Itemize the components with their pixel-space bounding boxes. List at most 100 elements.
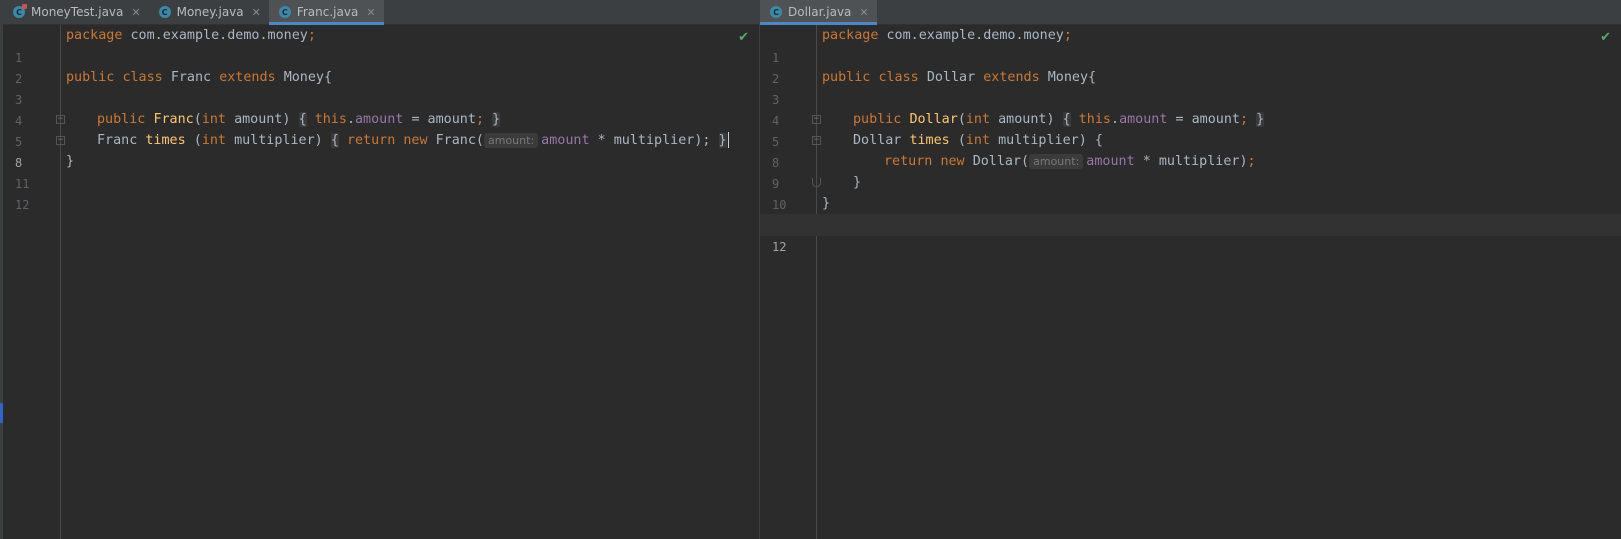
java-class-icon: C [278,6,291,18]
folded-brace[interactable]: { [1062,112,1071,127]
keyword: int [201,112,226,127]
class-name: Dollar [926,70,976,85]
tab-dollar-java[interactable]: C Dollar.java ✕ [760,0,877,25]
code-line: 1 package com.example.demo.money; [760,25,1621,65]
fold-toggle-icon[interactable]: − [56,115,65,124]
constructor-call: Dollar( [972,154,1030,169]
folded-brace[interactable]: { [298,112,307,127]
field-name: amount [1086,154,1135,169]
return-type: Franc [97,133,138,148]
keyword: public [66,70,115,85]
fold-end-icon[interactable] [812,178,821,187]
constructor-name: Franc [153,112,194,127]
parameter: amount) [234,112,291,127]
expression: * multiplier) [1142,154,1248,169]
return-type: Dollar [853,133,902,148]
editor-pane-right: C Dollar.java ✕ ✔ 1 package com.example.… [760,0,1621,539]
method-name: times [145,133,186,148]
semicolon: ; [1240,112,1249,127]
fold-toggle-icon[interactable]: − [812,136,821,145]
paren: ( [193,133,202,148]
paren: ( [957,112,966,127]
editor-tab-bar-left: C MoneyTest.java ✕ C Money.java ✕ C Fran… [3,0,759,25]
keyword: return [884,154,933,169]
tab-label: Dollar.java [788,5,852,19]
method-name: times [909,133,950,148]
code-line: 10 } [760,172,1621,212]
close-icon[interactable]: ✕ [252,6,261,19]
fold-toggle-icon[interactable]: − [56,136,65,145]
code-line: 9 return new Dollar(amount: amount * mult… [760,151,1621,191]
closing-brace: } [66,154,75,169]
expression: * multiplier); [597,133,711,148]
parameter-hint: amount: [1029,154,1084,169]
keyword: extends [983,70,1040,85]
keyword: int [201,133,226,148]
semicolon: ; [1247,154,1256,169]
close-icon[interactable]: ✕ [366,6,375,19]
dot: . [1111,112,1120,127]
dot: . [346,112,355,127]
semicolon: ; [1063,28,1072,43]
superclass-name: Money{ [1047,70,1097,85]
code-line: 1 package com.example.demo.money; [3,25,759,65]
folded-brace[interactable]: } [492,112,501,127]
keyword: class [878,70,919,85]
code-line: 4 [760,88,1621,128]
line-number: 12 [772,240,787,254]
constructor-name: Dollar [909,112,958,127]
package-name: com.example.demo.money [130,28,308,43]
fold-toggle-icon[interactable]: − [812,115,821,124]
closing-brace: } [822,196,831,211]
keyword: class [122,70,163,85]
editor-pane-left: C MoneyTest.java ✕ C Money.java ✕ C Fran… [3,0,759,539]
java-class-icon: C [770,6,782,18]
field-name: amount [1119,112,1168,127]
keyword: public [853,112,902,127]
assignment: = amount [1175,112,1241,127]
folded-brace[interactable]: } [718,133,727,148]
keyword: this [314,112,347,127]
keyword: this [1078,112,1111,127]
code-editor-dollar[interactable]: ✔ 1 package com.example.demo.money; 2 3 … [760,25,1621,539]
parameter: multiplier) { [998,133,1103,148]
package-name: com.example.demo.money [886,28,1064,43]
text-caret [727,132,729,148]
java-test-class-icon: C [13,4,27,18]
keyword: new [403,133,428,148]
code-line-current: 12 [760,214,1621,254]
tab-label: Franc.java [296,5,359,19]
parameter-hint: amount: [484,133,539,148]
tab-moneytest-java[interactable]: C MoneyTest.java ✕ [3,0,149,24]
code-line: 2 [3,46,759,86]
semicolon: ; [475,112,484,127]
editor-tab-bar-right: C Dollar.java ✕ [760,0,1621,25]
line-number: 12 [15,198,30,212]
keyword: int [965,112,991,127]
code-line: 11 } [3,151,759,191]
field-name: amount [541,133,590,148]
code-line: 11 } [760,193,1621,233]
folded-brace[interactable]: { [330,133,339,148]
folded-brace[interactable]: } [1256,112,1265,127]
keyword: package [66,28,123,43]
close-icon[interactable]: ✕ [131,6,140,19]
code-line-current: 8 − Franc times (int multiplier) { retur… [3,130,759,170]
tab-money-java[interactable]: C Money.java ✕ [149,0,269,24]
tab-franc-java[interactable]: C Franc.java ✕ [268,0,384,25]
field-name: amount [355,112,404,127]
code-line: 4 [3,88,759,128]
keyword: int [965,133,991,148]
paren: ( [193,112,202,127]
keyword: public [822,70,871,85]
semicolon: ; [307,28,316,43]
close-icon[interactable]: ✕ [859,6,868,19]
keyword: extends [219,70,276,85]
java-class-icon: C [158,6,171,18]
code-editor-franc[interactable]: ✔ 1 package com.example.demo.money; 2 3 … [3,25,759,539]
tab-label: Money.java [176,5,244,19]
keyword: public [97,112,146,127]
parameter: multiplier) [234,133,323,148]
code-line: 3 public class Dollar extends Money{ [760,67,1621,107]
class-name: Franc [170,70,212,85]
